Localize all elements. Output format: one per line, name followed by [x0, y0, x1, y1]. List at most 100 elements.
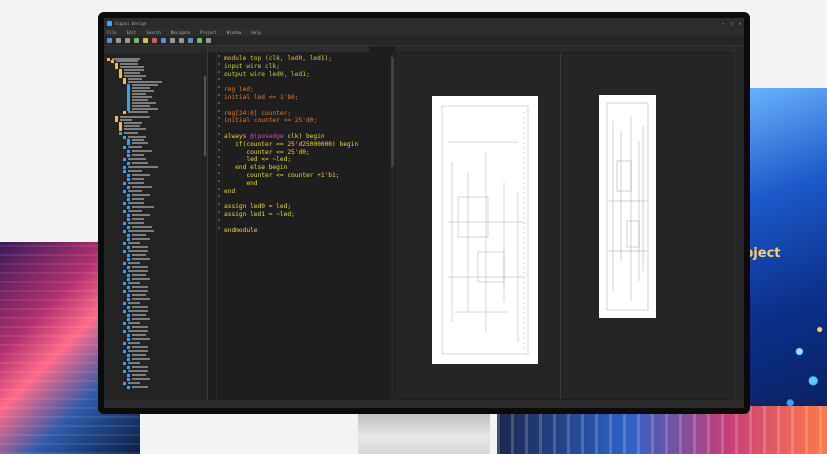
maximize-icon[interactable]: □ — [730, 21, 732, 26]
project-tree — [104, 53, 207, 393]
file-icon — [123, 289, 126, 293]
tree-item-label — [128, 302, 140, 304]
tree-item[interactable] — [127, 385, 148, 389]
line-markers — [218, 55, 220, 234]
tree-item-label — [132, 286, 148, 288]
app-icon — [107, 20, 112, 26]
run-icon[interactable] — [134, 38, 139, 43]
code-token: reg[24:0] counter; — [224, 109, 292, 117]
code-token: input wire clk; — [224, 62, 280, 70]
tree-item-label — [124, 128, 146, 130]
editor-scrollbar[interactable] — [391, 53, 394, 399]
settings-icon[interactable] — [206, 38, 211, 43]
file-icon — [123, 241, 126, 245]
tree-item-label — [132, 174, 150, 176]
menu-help[interactable]: Help — [251, 30, 261, 35]
search-icon[interactable] — [161, 38, 166, 43]
sidebar-scrollbar[interactable] — [204, 76, 206, 156]
tree-item-label — [132, 218, 144, 220]
file-icon — [123, 309, 126, 313]
file-icon — [123, 189, 126, 193]
tree-item-label — [132, 258, 150, 260]
project-explorer-header — [104, 46, 207, 53]
code-token: always — [224, 132, 251, 140]
line-marker — [218, 70, 220, 73]
code-token: end — [224, 179, 258, 187]
stop-icon[interactable] — [152, 38, 157, 43]
line-marker — [218, 210, 220, 213]
menu-file[interactable]: File — [107, 30, 117, 35]
build-icon[interactable] — [143, 38, 148, 43]
folder-icon — [111, 59, 114, 63]
scene: bject Sigasi Design – □ × File Edit Sear… — [0, 0, 827, 454]
code-token: initial led <= 1'b0; — [224, 93, 299, 101]
code-line: assign led1 = ~led; — [224, 211, 358, 219]
code-token: assign led0 = led; — [224, 203, 292, 211]
line-marker — [218, 62, 220, 65]
tree-item-label — [128, 190, 142, 192]
code-token: assign led1 = ~led; — [224, 210, 295, 218]
code-token: reg led; — [224, 86, 254, 94]
tree-item-label — [128, 170, 142, 172]
menu-window[interactable]: Window — [227, 30, 241, 35]
code-line: assign led0 = led; — [224, 203, 358, 211]
tree-item-label — [132, 334, 146, 336]
tree-item-label — [128, 166, 158, 168]
code-line: initial led <= 1'b0; — [224, 94, 358, 102]
tree-item-label — [132, 378, 150, 380]
menu-project[interactable]: Project — [200, 30, 217, 35]
folder-icon — [123, 110, 126, 114]
tree-item-label — [128, 222, 144, 224]
line-marker — [218, 86, 220, 89]
tree-item-label — [132, 318, 150, 320]
folder-icon — [107, 57, 110, 61]
file-icon — [123, 329, 126, 333]
code-token: initial counter <= 25'd0; — [224, 117, 318, 125]
menu-search[interactable]: Search — [146, 30, 160, 35]
toolbar — [104, 36, 744, 46]
tree-item-label — [132, 374, 146, 376]
tree-item-label — [132, 214, 150, 216]
debug-icon[interactable] — [188, 38, 193, 43]
line-marker — [218, 156, 220, 159]
tree-item-label — [132, 314, 146, 316]
file-icon — [123, 261, 126, 265]
code-line: end else begin — [224, 164, 358, 172]
tree-item[interactable] — [123, 110, 148, 114]
tree-item-label — [128, 342, 140, 344]
save-all-icon[interactable] — [125, 38, 130, 43]
tab-schematic-1[interactable] — [395, 46, 563, 52]
save-icon[interactable] — [116, 38, 121, 43]
tree-item-label — [128, 350, 148, 352]
tree-item-label — [132, 306, 148, 308]
tree-item-label — [124, 132, 138, 134]
tab-editor[interactable] — [208, 46, 369, 52]
close-icon[interactable]: × — [739, 21, 741, 26]
window-title: Sigasi Design — [115, 20, 147, 26]
minimize-icon[interactable]: – — [722, 21, 724, 26]
menu-bar: File Edit Search Navigate Project Window… — [104, 28, 744, 36]
back-icon[interactable] — [170, 38, 175, 43]
file-icon — [123, 249, 126, 253]
menu-edit[interactable]: Edit — [127, 30, 137, 35]
synthesize-icon[interactable] — [197, 38, 202, 43]
tab-schematic-2[interactable] — [561, 46, 736, 52]
menu-navigate[interactable]: Navigate — [171, 30, 190, 35]
tree-item-label — [132, 338, 150, 340]
new-file-icon[interactable] — [107, 38, 112, 43]
code-line: module top (clk, led0, led1); — [224, 55, 358, 63]
tree-item-label — [132, 226, 152, 228]
code-editor[interactable]: module top (clk, led0, led1); input wire … — [217, 53, 394, 399]
tree-item-label — [132, 326, 148, 328]
code-line: reg[24:0] counter; — [224, 110, 358, 118]
tree-item-label — [132, 274, 146, 276]
tree-item-label — [128, 370, 148, 372]
editor-gutter — [208, 53, 217, 399]
code-text: module top (clk, led0, led1); input wire … — [224, 55, 358, 234]
tree-item-label — [128, 250, 148, 252]
tree-item-label — [132, 198, 144, 200]
forward-icon[interactable] — [179, 38, 184, 43]
schematic-drawing-2 — [606, 102, 649, 311]
